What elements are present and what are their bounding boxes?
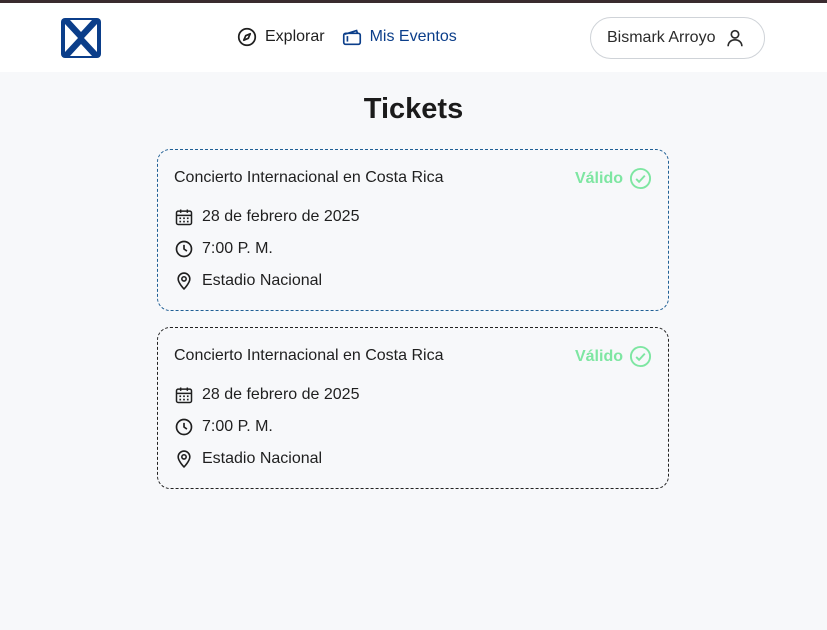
clock-icon — [175, 240, 193, 258]
status-badge: Válido — [575, 345, 652, 368]
user-name: Bismark Arroyo — [607, 29, 716, 46]
check-circle-icon — [629, 167, 652, 190]
ticket-date-row: 28 de febrero de 2025 — [174, 207, 359, 227]
location-pin-icon — [177, 272, 191, 291]
ticket-venue: Estadio Nacional — [202, 272, 323, 289]
ticket-venue-row: Estadio Nacional — [174, 271, 322, 291]
nav-explore-link[interactable]: Explorar — [236, 26, 325, 48]
ticket-card[interactable]: Concierto Internacional en Costa Rica Vá… — [157, 149, 669, 311]
ticket-time: 7:00 P. M. — [202, 418, 273, 435]
status-badge: Válido — [575, 167, 652, 190]
ticket-date: 28 de febrero de 2025 — [202, 208, 360, 225]
ticket-venue-row: Estadio Nacional — [174, 449, 322, 469]
nav-my-events-link[interactable]: Mis Eventos — [341, 26, 457, 48]
nav-explore-label: Explorar — [265, 28, 325, 45]
main-nav: Explorar Mis Eventos — [236, 26, 457, 48]
ticket-time: 7:00 P. M. — [202, 240, 273, 257]
ticket-date-row: 28 de febrero de 2025 — [174, 385, 359, 405]
check-circle-icon — [629, 345, 652, 368]
ticket-event-name: Concierto Internacional en Costa Rica — [174, 347, 444, 364]
ticket-icon — [342, 29, 361, 46]
ticket-card[interactable]: Concierto Internacional en Costa Rica Vá… — [157, 327, 669, 489]
calendar-icon — [175, 209, 193, 226]
logo-icon[interactable] — [61, 18, 101, 58]
location-pin-icon — [177, 450, 191, 469]
status-label: Válido — [574, 169, 623, 187]
ticket-venue: Estadio Nacional — [202, 450, 323, 467]
clock-icon — [175, 418, 193, 436]
status-label: Válido — [574, 347, 623, 365]
calendar-icon — [175, 387, 193, 404]
user-icon — [727, 29, 744, 47]
ticket-date: 28 de febrero de 2025 — [202, 386, 360, 403]
ticket-event-name: Concierto Internacional en Costa Rica — [174, 169, 444, 186]
ticket-time-row: 7:00 P. M. — [174, 417, 273, 437]
page-title: Tickets — [363, 93, 464, 125]
user-menu-button[interactable]: Bismark Arroyo — [590, 17, 765, 59]
compass-icon — [237, 27, 257, 47]
ticket-time-row: 7:00 P. M. — [174, 239, 273, 259]
nav-my-events-label: Mis Eventos — [369, 28, 457, 45]
navbar: Explorar Mis Eventos Bismark Arroyo — [0, 3, 827, 72]
